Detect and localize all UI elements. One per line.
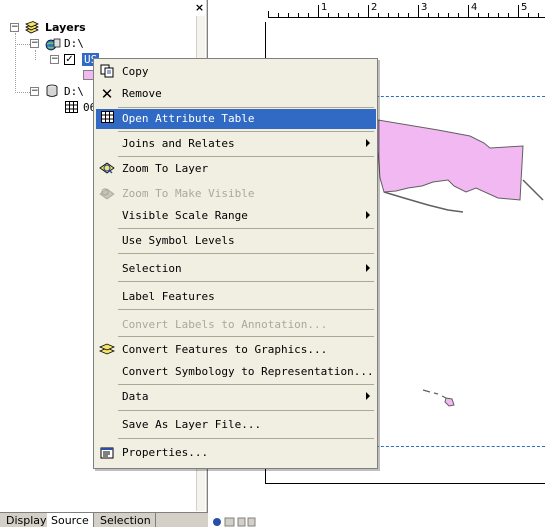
zoom-to-visible-icon [98,186,116,202]
menu-label: Convert Symbology to Representation... [122,365,374,378]
database-icon [45,84,59,101]
menu-label: Data [122,390,149,403]
tree-line [15,33,16,93]
menu-item-save-as-layer-file[interactable]: Save As Layer File... [96,415,376,435]
menu-item-convert-symbology[interactable]: Convert Symbology to Representation... [96,362,376,382]
layers-icon [24,21,40,38]
menu-item-zoom-to-make-visible: Zoom To Make Visible [96,184,376,204]
layer-visibility-checkbox[interactable]: ✓ [64,54,75,65]
menu-separator [118,438,374,439]
alaska-chain [383,191,464,213]
menu-item-label-features[interactable]: Label Features [96,287,376,307]
menu-item-remove[interactable]: ✕ Remove [96,84,376,104]
submenu-arrow-icon [366,211,370,219]
menu-label: Properties... [122,446,209,459]
alaska-feature [377,119,524,201]
menu-item-data[interactable]: Data [96,387,376,407]
menu-label: Save As Layer File... [122,418,262,431]
menu-separator [118,228,374,229]
arcmap-window: × − Layers − D:\ − ✓ US − D:\ 06 Display… [0,0,545,527]
tree-line [35,50,36,60]
remove-x-icon: ✕ [100,85,114,103]
menu-label: Open Attribute Table [122,112,255,125]
submenu-arrow-icon [366,264,370,272]
menu-label: Use Symbol Levels [122,234,235,247]
menu-label: Joins and Relates [122,137,235,150]
database-globe-icon [45,37,61,54]
layout-toolbar-strip [208,516,545,527]
menu-label: Convert Labels to Annotation... [122,318,328,331]
menu-label: Convert Features to Graphics... [122,343,328,356]
menu-label: Visible Scale Range [122,209,248,222]
group2-label[interactable]: D:\ [64,85,84,98]
copy-icon [98,64,116,80]
tree-line [15,92,30,93]
menu-item-joins-and-relates[interactable]: Joins and Relates [96,134,376,154]
menu-separator [118,336,374,337]
menu-label: Zoom To Layer [122,162,209,175]
menu-separator [118,107,374,108]
menu-separator [118,384,374,385]
menu-label: Zoom To Make Visible [122,187,255,200]
menu-separator [118,156,374,157]
hawaii-big-island [444,397,455,407]
menu-item-properties[interactable]: Properties... [96,443,376,463]
submenu-arrow-icon [366,139,370,147]
table-icon [65,101,78,116]
menu-label: Label Features [122,290,215,303]
menu-item-copy[interactable]: Copy [96,62,376,82]
tree-line [15,44,30,45]
submenu-arrow-icon [366,392,370,400]
hawaii-chain [422,389,447,399]
layer-context-menu: Copy ✕ Remove Open Attribute Table Joins… [93,58,378,469]
menu-item-zoom-to-layer[interactable]: Zoom To Layer [96,159,376,179]
menu-item-open-attribute-table[interactable]: Open Attribute Table [96,109,376,129]
menu-separator [118,281,374,282]
menu-label: Copy [122,65,149,78]
collapse-layer-toggle[interactable]: − [50,55,59,64]
menu-label: Remove [122,87,162,100]
collapse-group2-toggle[interactable]: − [30,87,39,96]
tab-display[interactable]: Display [2,513,52,527]
properties-icon [98,445,116,461]
tab-selection[interactable]: Selection [96,513,156,527]
layers-root-label[interactable]: Layers [45,21,86,34]
menu-item-selection[interactable]: Selection [96,259,376,279]
menu-item-convert-features[interactable]: Convert Features to Graphics... [96,340,376,360]
menu-item-convert-labels: Convert Labels to Annotation... [96,315,376,335]
menu-separator [118,253,374,254]
tab-source[interactable]: Source [47,513,94,527]
collapse-layers-toggle[interactable]: − [10,23,19,32]
group1-label[interactable]: D:\ [64,37,84,50]
menu-separator [118,410,374,411]
zoom-to-layer-icon [98,161,116,177]
toc-tab-strip: Display Source Selection [0,512,208,527]
menu-label: Selection [122,262,182,275]
convert-graphics-icon [98,342,116,358]
menu-item-visible-scale-range[interactable]: Visible Scale Range [96,206,376,226]
table-icon [98,111,116,127]
menu-separator [118,309,374,310]
collapse-group1-toggle[interactable]: − [30,39,39,48]
panhandle [522,179,544,201]
menu-item-use-symbol-levels[interactable]: Use Symbol Levels [96,231,376,251]
menu-separator [118,131,374,132]
